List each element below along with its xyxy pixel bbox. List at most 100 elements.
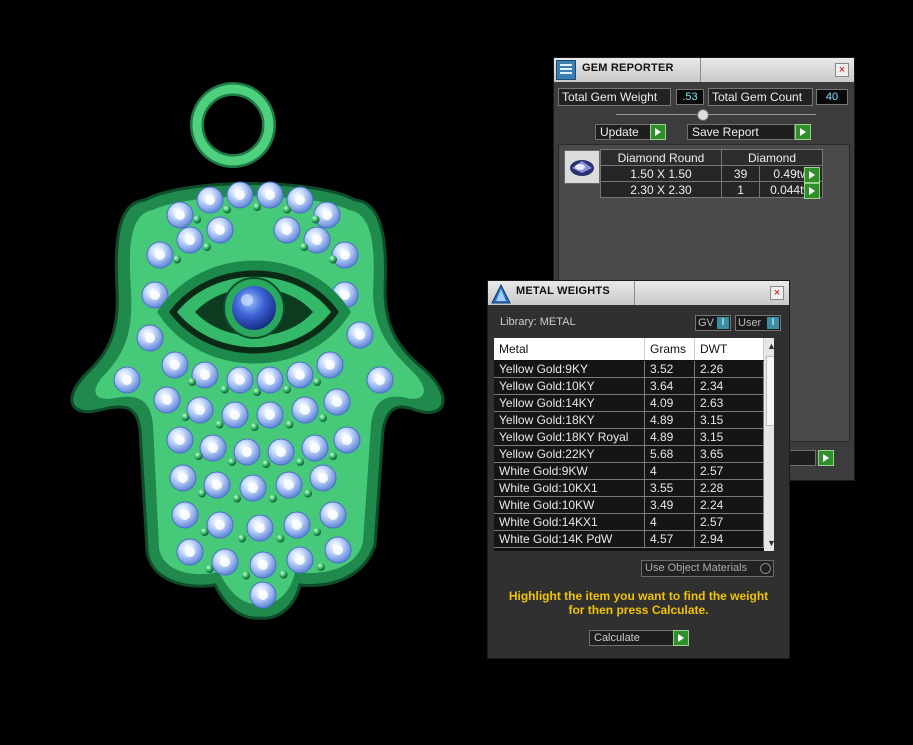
metal-list-scrollbar[interactable]: ▲ ▼ <box>764 338 774 551</box>
save-report-arrow-icon[interactable] <box>795 124 811 140</box>
scroll-thumb[interactable] <box>766 356 774 426</box>
metal-grams: 4 <box>645 514 695 530</box>
column-grams[interactable]: Grams <box>645 338 695 360</box>
metal-row[interactable]: Yellow Gold:18KY Royal 4.89 3.15 <box>494 429 764 446</box>
metal-dwt: 2.63 <box>695 395 764 411</box>
metal-bead <box>242 571 250 580</box>
gem-reporter-titlebar[interactable]: GEM REPORTER × <box>554 58 854 82</box>
metal-bead <box>262 460 270 468</box>
metal-row[interactable]: White Gold:9KW 4 2.57 <box>494 463 764 480</box>
diamond-highlight <box>355 330 365 340</box>
diamond-highlight <box>175 435 185 445</box>
metal-row[interactable]: White Gold:14K PdW 4.57 2.94 <box>494 531 764 548</box>
scroll-up-icon[interactable]: ▲ <box>767 341 774 351</box>
use-object-materials-label: Use Object Materials <box>645 562 748 574</box>
user-label: User <box>738 317 762 329</box>
diamond-highlight <box>162 395 172 405</box>
metal-dwt: 3.65 <box>695 446 764 462</box>
metal-bead <box>317 563 325 571</box>
diamond-highlight <box>235 190 245 200</box>
diamond-highlight <box>295 195 305 205</box>
gem-reporter-close-icon[interactable]: × <box>835 63 849 77</box>
metal-weights-titlebar[interactable]: METAL WEIGHTS × <box>488 281 789 305</box>
diamond-highlight <box>185 547 195 557</box>
metal-bead <box>276 534 285 543</box>
metal-name: Yellow Gold:18KY <box>494 412 645 428</box>
metal-row[interactable]: White Gold:14KX1 4 2.57 <box>494 514 764 531</box>
metal-bead <box>296 458 304 466</box>
gem-row-arrow-icon[interactable] <box>804 167 820 183</box>
metal-bead <box>193 215 201 224</box>
diamond-highlight <box>295 555 305 565</box>
metal-bead <box>285 420 294 429</box>
metal-name: White Gold:10KX1 <box>494 480 645 496</box>
metal-dwt: 2.24 <box>695 497 764 513</box>
user-toggle[interactable]: User I <box>735 315 781 331</box>
column-dwt[interactable]: DWT <box>695 338 764 360</box>
diamond-highlight <box>276 447 286 457</box>
diamond-highlight <box>340 290 350 300</box>
metal-grams: 4.09 <box>645 395 695 411</box>
metal-row[interactable]: Yellow Gold:22KY 5.68 3.65 <box>494 446 764 463</box>
metal-bead <box>329 255 337 264</box>
library-label: Library: METAL <box>500 316 576 328</box>
gem-material-header: Diamond <box>721 149 823 166</box>
metal-row[interactable]: Yellow Gold:10KY 3.64 2.34 <box>494 378 764 395</box>
metal-bead <box>283 385 291 394</box>
metal-row[interactable]: Yellow Gold:9KY 3.52 2.26 <box>494 361 764 378</box>
metal-grams: 4.89 <box>645 412 695 428</box>
metal-name: Yellow Gold:9KY <box>494 361 645 377</box>
size-slider-handle[interactable] <box>697 109 709 121</box>
update-button[interactable]: Update <box>595 124 651 140</box>
metal-grams: 4.89 <box>645 429 695 445</box>
scroll-down-icon[interactable]: ▼ <box>767 538 774 548</box>
metal-bead <box>329 452 337 460</box>
update-arrow-icon[interactable] <box>650 124 666 140</box>
diamond-highlight <box>258 560 268 570</box>
metal-bead <box>313 378 321 386</box>
column-metal[interactable]: Metal <box>494 338 645 360</box>
material-arrow-icon[interactable] <box>818 450 834 466</box>
diamond-highlight <box>180 510 190 520</box>
diamond-highlight <box>284 480 294 490</box>
gem-row-arrow-icon[interactable] <box>804 183 820 199</box>
save-report-button[interactable]: Save Report <box>687 124 795 140</box>
calculate-button[interactable]: Calculate <box>589 630 675 646</box>
metal-bead <box>279 570 288 579</box>
metal-row[interactable]: Yellow Gold:14KY 4.09 2.63 <box>494 395 764 412</box>
metal-grams: 3.49 <box>645 497 695 513</box>
radio-icon[interactable] <box>760 563 771 574</box>
metal-name: White Gold:14K PdW <box>494 531 645 547</box>
metal-bead <box>188 378 196 386</box>
metal-bead <box>311 215 320 224</box>
metal-bead <box>194 452 203 460</box>
diamond-highlight <box>282 225 292 235</box>
metal-dwt: 2.57 <box>695 463 764 479</box>
metal-name: Yellow Gold:14KY <box>494 395 645 411</box>
calculate-arrow-icon[interactable] <box>673 630 689 646</box>
metal-list[interactable]: Metal Grams DWT Yellow Gold:9KY 3.52 2.26 Y… <box>494 338 774 551</box>
gv-label: GV <box>698 317 714 329</box>
gem-row[interactable]: 1.50 X 1.50 39 0.49tw <box>600 165 823 182</box>
diamond-highlight <box>200 370 210 380</box>
gem-row[interactable]: 2.30 X 2.30 1 0.044tw <box>600 181 823 198</box>
use-object-materials-checkbox[interactable]: Use Object Materials <box>641 560 774 577</box>
diamond-highlight <box>215 225 225 235</box>
size-slider-track[interactable] <box>616 114 816 115</box>
metal-row[interactable]: White Gold:10KW 3.49 2.24 <box>494 497 764 514</box>
metal-bead <box>253 388 261 396</box>
metal-row[interactable]: White Gold:10KX1 3.55 2.28 <box>494 480 764 497</box>
diamond-round-thumbnail[interactable] <box>564 150 600 184</box>
metal-weights-icon <box>490 283 511 304</box>
metal-row[interactable]: Yellow Gold:18KY 4.89 3.15 <box>494 412 764 429</box>
gv-toggle[interactable]: GV I <box>695 315 731 331</box>
instruction-text: Highlight the item you want to find the … <box>508 589 769 617</box>
metal-bead <box>198 489 206 498</box>
gem-table: Diamond Round Diamond 1.50 X 1.50 39 0.4… <box>600 149 823 198</box>
diamond-highlight <box>235 375 245 385</box>
metal-weights-close-icon[interactable]: × <box>770 286 784 300</box>
metal-bead <box>228 458 236 466</box>
diamond-highlight <box>265 410 275 420</box>
metal-grams: 4.57 <box>645 531 695 547</box>
metal-list-header: Metal Grams DWT <box>494 338 764 360</box>
